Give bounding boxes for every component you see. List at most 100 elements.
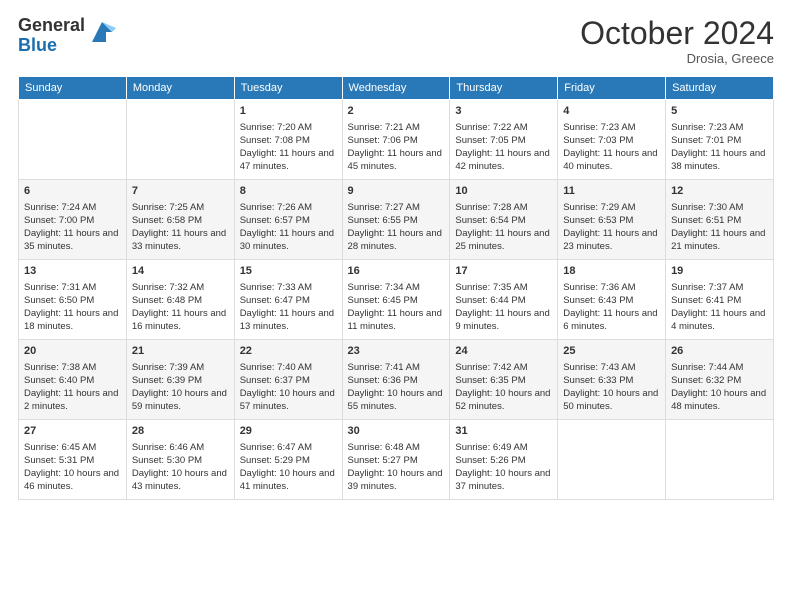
calendar-header-wednesday: Wednesday — [342, 77, 450, 100]
calendar-cell — [126, 100, 234, 180]
calendar-header-thursday: Thursday — [450, 77, 558, 100]
day-info: Sunrise: 7:43 AM Sunset: 6:33 PM Dayligh… — [563, 361, 660, 414]
calendar-header-row: SundayMondayTuesdayWednesdayThursdayFrid… — [19, 77, 774, 100]
day-info: Sunrise: 7:26 AM Sunset: 6:57 PM Dayligh… — [240, 201, 337, 254]
calendar-cell: 16Sunrise: 7:34 AM Sunset: 6:45 PM Dayli… — [342, 260, 450, 340]
day-info: Sunrise: 7:35 AM Sunset: 6:44 PM Dayligh… — [455, 281, 552, 334]
header: General Blue October 2024 Drosia, Greece — [18, 16, 774, 66]
day-number: 8 — [240, 184, 337, 199]
calendar-week-row: 13Sunrise: 7:31 AM Sunset: 6:50 PM Dayli… — [19, 260, 774, 340]
day-info: Sunrise: 7:20 AM Sunset: 7:08 PM Dayligh… — [240, 121, 337, 174]
day-info: Sunrise: 6:47 AM Sunset: 5:29 PM Dayligh… — [240, 441, 337, 494]
day-number: 25 — [563, 344, 660, 359]
calendar-cell: 9 Sunrise: 7:27 AM Sunset: 6:55 PM Daylig… — [342, 180, 450, 260]
day-info: Sunrise: 7:42 AM Sunset: 6:35 PM Dayligh… — [455, 361, 552, 414]
calendar-week-row: 6 Sunrise: 7:24 AM Sunset: 7:00 PM Daylig… — [19, 180, 774, 260]
day-number: 20 — [24, 344, 121, 359]
calendar-cell: 31 Sunrise: 6:49 AM Sunset: 5:26 PM Dayli… — [450, 420, 558, 500]
calendar-cell: 17 Sunrise: 7:35 AM Sunset: 6:44 PM Dayli… — [450, 260, 558, 340]
day-info: Sunrise: 7:38 AM Sunset: 6:40 PM Dayligh… — [24, 361, 121, 414]
day-info: Sunrise: 7:39 AM Sunset: 6:39 PM Dayligh… — [132, 361, 229, 414]
day-info: Sunrise: 7:23 AM Sunset: 7:03 PM Dayligh… — [563, 121, 660, 174]
calendar-cell: 20 Sunrise: 7:38 AM Sunset: 6:40 PM Dayli… — [19, 340, 127, 420]
day-number: 4 — [563, 104, 660, 119]
day-number: 2 — [348, 104, 445, 119]
calendar-week-row: 27Sunrise: 6:45 AM Sunset: 5:31 PM Dayli… — [19, 420, 774, 500]
calendar-cell: 11Sunrise: 7:29 AM Sunset: 6:53 PM Dayli… — [558, 180, 666, 260]
calendar-cell: 8 Sunrise: 7:26 AM Sunset: 6:57 PM Daylig… — [234, 180, 342, 260]
calendar-cell: 29 Sunrise: 6:47 AM Sunset: 5:29 PM Dayli… — [234, 420, 342, 500]
calendar-cell — [666, 420, 774, 500]
calendar-cell: 28 Sunrise: 6:46 AM Sunset: 5:30 PM Dayli… — [126, 420, 234, 500]
calendar-cell: 4 Sunrise: 7:23 AM Sunset: 7:03 PM Daylig… — [558, 100, 666, 180]
day-info: Sunrise: 7:32 AM Sunset: 6:48 PM Dayligh… — [132, 281, 229, 334]
calendar-cell: 12Sunrise: 7:30 AM Sunset: 6:51 PM Dayli… — [666, 180, 774, 260]
month-title: October 2024 — [580, 16, 774, 51]
day-info: Sunrise: 7:31 AM Sunset: 6:50 PM Dayligh… — [24, 281, 121, 334]
page: General Blue October 2024 Drosia, Greece… — [0, 0, 792, 612]
calendar-cell: 26Sunrise: 7:44 AM Sunset: 6:32 PM Dayli… — [666, 340, 774, 420]
day-number: 16 — [348, 264, 445, 279]
calendar-header-tuesday: Tuesday — [234, 77, 342, 100]
calendar-cell: 1 Sunrise: 7:20 AM Sunset: 7:08 PM Daylig… — [234, 100, 342, 180]
calendar-cell: 10Sunrise: 7:28 AM Sunset: 6:54 PM Dayli… — [450, 180, 558, 260]
day-info: Sunrise: 7:25 AM Sunset: 6:58 PM Dayligh… — [132, 201, 229, 254]
day-info: Sunrise: 7:37 AM Sunset: 6:41 PM Dayligh… — [671, 281, 768, 334]
day-info: Sunrise: 6:45 AM Sunset: 5:31 PM Dayligh… — [24, 441, 121, 494]
calendar-cell — [558, 420, 666, 500]
calendar-header-sunday: Sunday — [19, 77, 127, 100]
calendar-cell: 3 Sunrise: 7:22 AM Sunset: 7:05 PM Daylig… — [450, 100, 558, 180]
day-number: 22 — [240, 344, 337, 359]
logo: General Blue — [18, 16, 116, 56]
day-number: 26 — [671, 344, 768, 359]
day-number: 14 — [132, 264, 229, 279]
calendar-header-saturday: Saturday — [666, 77, 774, 100]
calendar-header-friday: Friday — [558, 77, 666, 100]
day-info: Sunrise: 7:23 AM Sunset: 7:01 PM Dayligh… — [671, 121, 768, 174]
day-number: 21 — [132, 344, 229, 359]
day-number: 5 — [671, 104, 768, 119]
logo-general: General — [18, 15, 85, 35]
day-number: 12 — [671, 184, 768, 199]
day-info: Sunrise: 6:48 AM Sunset: 5:27 PM Dayligh… — [348, 441, 445, 494]
calendar-cell: 2Sunrise: 7:21 AM Sunset: 7:06 PM Daylig… — [342, 100, 450, 180]
day-number: 10 — [455, 184, 552, 199]
day-number: 24 — [455, 344, 552, 359]
day-number: 31 — [455, 424, 552, 439]
day-number: 7 — [132, 184, 229, 199]
day-info: Sunrise: 7:24 AM Sunset: 7:00 PM Dayligh… — [24, 201, 121, 254]
location: Drosia, Greece — [580, 51, 774, 66]
day-number: 15 — [240, 264, 337, 279]
calendar-cell: 30Sunrise: 6:48 AM Sunset: 5:27 PM Dayli… — [342, 420, 450, 500]
calendar-week-row: 1 Sunrise: 7:20 AM Sunset: 7:08 PM Daylig… — [19, 100, 774, 180]
day-number: 9 — [348, 184, 445, 199]
calendar-cell: 15 Sunrise: 7:33 AM Sunset: 6:47 PM Dayli… — [234, 260, 342, 340]
calendar-cell: 5 Sunrise: 7:23 AM Sunset: 7:01 PM Daylig… — [666, 100, 774, 180]
day-info: Sunrise: 6:46 AM Sunset: 5:30 PM Dayligh… — [132, 441, 229, 494]
calendar-cell: 18Sunrise: 7:36 AM Sunset: 6:43 PM Dayli… — [558, 260, 666, 340]
day-number: 18 — [563, 264, 660, 279]
day-number: 6 — [24, 184, 121, 199]
day-info: Sunrise: 7:22 AM Sunset: 7:05 PM Dayligh… — [455, 121, 552, 174]
day-info: Sunrise: 7:27 AM Sunset: 6:55 PM Dayligh… — [348, 201, 445, 254]
calendar-cell: 14 Sunrise: 7:32 AM Sunset: 6:48 PM Dayli… — [126, 260, 234, 340]
calendar-cell: 13Sunrise: 7:31 AM Sunset: 6:50 PM Dayli… — [19, 260, 127, 340]
calendar-cell: 27Sunrise: 6:45 AM Sunset: 5:31 PM Dayli… — [19, 420, 127, 500]
day-number: 1 — [240, 104, 337, 119]
day-number: 29 — [240, 424, 337, 439]
calendar-cell — [19, 100, 127, 180]
day-number: 17 — [455, 264, 552, 279]
calendar-cell: 21 Sunrise: 7:39 AM Sunset: 6:39 PM Dayli… — [126, 340, 234, 420]
calendar-table: SundayMondayTuesdayWednesdayThursdayFrid… — [18, 76, 774, 500]
day-number: 11 — [563, 184, 660, 199]
day-number: 3 — [455, 104, 552, 119]
day-number: 28 — [132, 424, 229, 439]
calendar-header-monday: Monday — [126, 77, 234, 100]
logo-icon — [88, 18, 116, 46]
calendar-cell: 19Sunrise: 7:37 AM Sunset: 6:41 PM Dayli… — [666, 260, 774, 340]
title-block: October 2024 Drosia, Greece — [580, 16, 774, 66]
calendar-cell: 25 Sunrise: 7:43 AM Sunset: 6:33 PM Dayli… — [558, 340, 666, 420]
day-info: Sunrise: 7:33 AM Sunset: 6:47 PM Dayligh… — [240, 281, 337, 334]
day-info: Sunrise: 7:40 AM Sunset: 6:37 PM Dayligh… — [240, 361, 337, 414]
day-info: Sunrise: 6:49 AM Sunset: 5:26 PM Dayligh… — [455, 441, 552, 494]
